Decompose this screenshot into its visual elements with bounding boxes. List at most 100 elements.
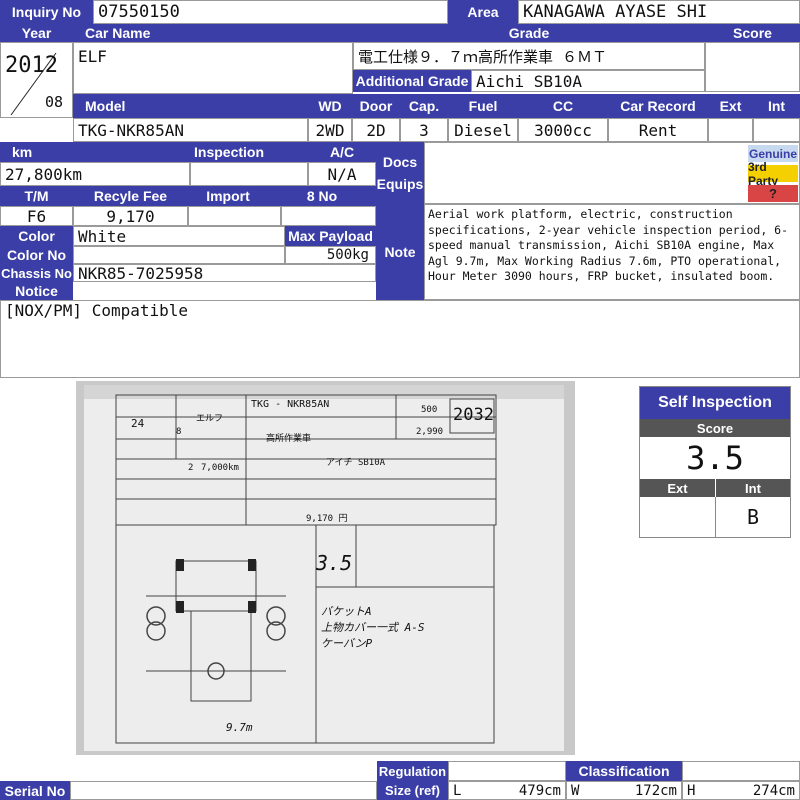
length-cell: L 479cm — [448, 781, 566, 800]
notice-label: Notice — [0, 282, 73, 300]
self-inspection-int-value: B — [715, 497, 790, 537]
additional-grade-label: Additional Grade — [353, 70, 471, 92]
color-no-label: Color No — [0, 246, 73, 264]
import-label: Import — [188, 186, 268, 206]
length-value: 479cm — [518, 782, 561, 799]
docs-equips-value — [424, 142, 800, 204]
int-label: Int — [753, 94, 800, 118]
regulation-value — [448, 761, 566, 781]
chassis-no-label: Chassis No — [0, 264, 73, 282]
sheet-recycle: 9,170 円 — [306, 514, 348, 524]
sheet-car-name: エルフ — [196, 414, 224, 424]
self-inspection-panel: Self Inspection Score 3.5 Ext Int B — [639, 386, 791, 538]
door-value: 2D — [352, 118, 400, 142]
width-cell: W 172cm — [566, 781, 682, 800]
sheet-month: 8 — [176, 427, 182, 437]
ac-label: A/C — [308, 142, 376, 162]
score-label: Score — [705, 24, 800, 42]
grade-label: Grade — [353, 24, 705, 42]
fuel-label: Fuel — [448, 94, 518, 118]
sheet-handwritten-2: 上物カバー一式 A-S — [321, 621, 425, 634]
wd-label: WD — [308, 94, 352, 118]
self-inspection-int-label: Int — [715, 479, 790, 497]
area-label: Area — [448, 0, 518, 24]
sheet-handwritten-1: バケットA — [321, 605, 372, 618]
question-badge: ? — [748, 185, 798, 202]
sheet-km: 7,000km — [201, 463, 239, 473]
km-value: 27,800km — [0, 162, 190, 186]
chassis-no-value: NKR85-7025958 — [73, 264, 376, 282]
note-label: Note — [376, 204, 424, 300]
third-party-badge: 3rd Party — [748, 160, 798, 188]
classification-label: Classification — [566, 761, 682, 781]
car-name-value: ELF — [73, 42, 353, 94]
int-value — [753, 118, 800, 142]
self-inspection-score-label: Score — [640, 419, 790, 437]
recycle-fee-value: 9,170 — [73, 206, 188, 226]
wd-value: 2WD — [308, 118, 352, 142]
fuel-value: Diesel — [448, 118, 518, 142]
import-value — [188, 206, 281, 226]
recycle-fee-label: Recyle Fee — [73, 186, 188, 206]
ext-value — [708, 118, 753, 142]
model-value: TKG-NKR85AN — [73, 118, 308, 142]
model-label: Model — [73, 94, 308, 118]
self-inspection-score-value: 3.5 — [686, 439, 744, 477]
sheet-capacity: 2 — [188, 463, 194, 473]
sheet-engine: アイチ SB10A — [326, 458, 386, 468]
car-record-value: Rent — [608, 118, 708, 142]
cap-label: Cap. — [400, 94, 448, 118]
score-value — [705, 42, 800, 92]
cc-label: CC — [518, 94, 608, 118]
tm-value: F6 — [0, 206, 73, 226]
area-value: KANAGAWA AYASE SHI — [518, 0, 800, 24]
sheet-score-handwritten: 3.5 — [316, 551, 353, 575]
serial-no-label: Serial No — [0, 781, 70, 800]
km-label: km — [0, 142, 190, 162]
sheet-weight-1: 500 — [421, 405, 438, 415]
auction-sheet-image: TKG - NKR85AN エルフ 高所作業車 24 8 2 7,000km 5… — [76, 381, 575, 755]
color-value: White — [73, 226, 285, 246]
width-value: 172cm — [634, 782, 677, 799]
inspection-value — [190, 162, 308, 186]
year-box: 2012 08 — [0, 42, 73, 118]
color-no-value — [73, 246, 285, 264]
color-label: Color — [0, 226, 73, 246]
regulation-label: Regulation — [377, 761, 448, 781]
eight-no-value — [281, 206, 376, 226]
height-cell: H 274cm — [682, 781, 800, 800]
max-payload-label: Max Payload — [285, 226, 376, 246]
eight-no-label: 8 No — [268, 186, 376, 206]
month-value: 08 — [45, 93, 64, 111]
year-label: Year — [0, 24, 73, 42]
notice-text: [NOX/PM] Compatible — [0, 300, 800, 378]
length-label: L — [453, 782, 462, 799]
self-inspection-title: Self Inspection — [640, 387, 790, 419]
classification-value — [682, 761, 800, 781]
max-payload-value: 500kg — [285, 246, 376, 264]
additional-grade-value: Aichi SB10A — [471, 70, 705, 92]
self-inspection-ext-label: Ext — [640, 479, 715, 497]
door-label: Door — [352, 94, 400, 118]
sheet-weight-2: 2,990 — [416, 427, 444, 437]
sheet-vehicle-type: 高所作業車 — [266, 434, 312, 444]
ext-label: Ext — [708, 94, 753, 118]
year-value: 2012 — [5, 53, 58, 78]
sheet-handwritten-3: ケーバンP — [321, 637, 373, 650]
sheet-lot-number: 2032 — [453, 405, 494, 425]
size-ref-label: Size (ref) — [377, 781, 448, 800]
docs-equips-label: Docs Equips — [376, 142, 424, 204]
sheet-year: 24 — [131, 417, 145, 430]
tm-label: T/M — [0, 186, 73, 206]
inquiry-no-label: Inquiry No — [0, 0, 93, 24]
car-record-label: Car Record — [608, 94, 708, 118]
note-value: Aerial work platform, electric, construc… — [424, 204, 800, 300]
height-value: 274cm — [752, 782, 795, 799]
serial-no-value — [70, 781, 377, 800]
sheet-model-code: TKG - NKR85AN — [251, 399, 330, 410]
self-inspection-ext-value — [640, 497, 715, 537]
sheet-bottom-handwritten: 9.7m — [226, 721, 253, 734]
grade-value: 電工仕様９．７ｍ高所作業車 ６ＭＴ — [353, 42, 705, 70]
inspection-label: Inspection — [190, 142, 308, 162]
width-label: W — [571, 782, 580, 799]
